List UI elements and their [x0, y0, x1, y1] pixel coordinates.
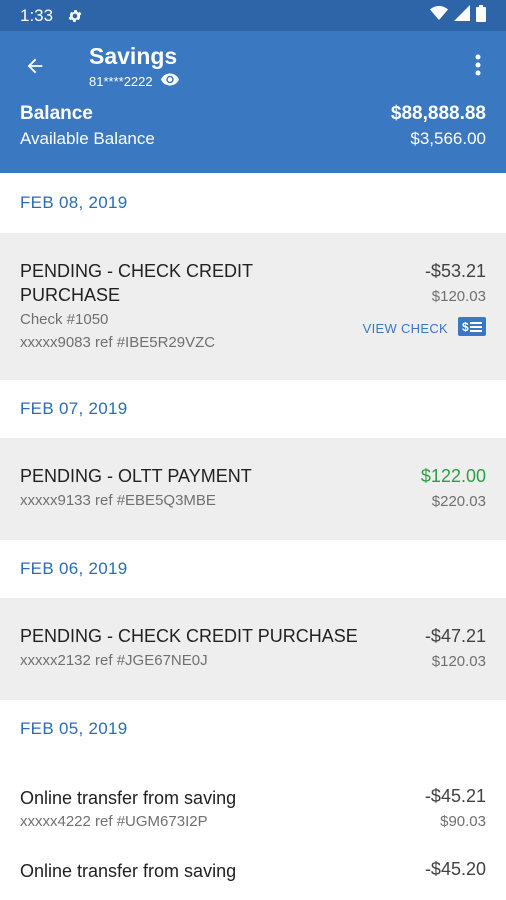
view-check-button[interactable]: VIEW CHECK $: [363, 317, 486, 339]
battery-icon: [476, 4, 486, 27]
transaction-row[interactable]: PENDING - CHECK CREDIT PURCHASE xxxxx213…: [0, 598, 506, 700]
transaction-description: PENDING - CHECK CREDIT PURCHASE: [20, 626, 358, 646]
status-time: 1:33: [20, 5, 54, 25]
more-options-icon[interactable]: [468, 51, 488, 79]
running-balance: $220.03: [431, 493, 486, 510]
transaction-amount: -$45.20: [424, 859, 486, 879]
account-number: 81****2222: [89, 73, 153, 89]
balance-label: Balance: [20, 103, 93, 124]
eye-icon[interactable]: [160, 73, 179, 89]
back-arrow-icon[interactable]: [20, 51, 50, 81]
date-header: FEB 05, 2019: [0, 700, 506, 758]
transaction-list: FEB 08, 2019 PENDING - CHECK CREDIT PURC…: [0, 173, 506, 900]
balance-value: $88,888.88: [390, 103, 486, 124]
wifi-icon: [430, 6, 448, 25]
transaction-description: Online transfer from saving: [20, 788, 237, 808]
transaction-amount: -$53.21: [424, 261, 486, 281]
transaction-row[interactable]: PENDING - OLTT PAYMENT xxxxx9133 ref #EB…: [0, 438, 506, 540]
running-balance: $120.03: [431, 653, 486, 670]
date-header: FEB 07, 2019: [0, 380, 506, 438]
settings-gear-icon: [67, 8, 83, 24]
running-balance: $90.03: [440, 813, 486, 830]
signal-icon: [454, 5, 470, 26]
transaction-amount: -$45.21: [424, 786, 486, 806]
date-header: FEB 06, 2019: [0, 540, 506, 598]
transaction-amount: -$47.21: [424, 626, 486, 646]
transaction-amount: $122.00: [420, 466, 486, 486]
transaction-reference: xxxxx2132 ref #JGE67NE0J: [20, 652, 208, 669]
view-check-label: VIEW CHECK: [362, 320, 448, 336]
page-title: Savings: [89, 43, 178, 69]
account-number-row: 81****2222: [89, 73, 179, 89]
transaction-description-line2: PURCHASE: [20, 285, 121, 305]
svg-text:$: $: [462, 320, 469, 334]
account-header: Savings 81****2222 Balance $88,888.88 Av…: [0, 31, 506, 173]
available-balance-label: Available Balance: [20, 129, 155, 148]
transaction-description: PENDING - OLTT PAYMENT: [20, 466, 252, 486]
transaction-description: PENDING - CHECK CREDIT: [20, 261, 254, 281]
date-header: FEB 08, 2019: [0, 173, 506, 233]
transaction-reference: xxxxx4222 ref #UGM673I2P: [20, 813, 208, 830]
running-balance: $120.03: [431, 288, 486, 305]
transaction-row[interactable]: PENDING - CHECK CREDIT PURCHASE Check #1…: [0, 233, 506, 380]
check-image-icon: $: [458, 317, 486, 339]
transaction-reference: xxxxx9083 ref #IBE5R29VZC: [20, 334, 216, 351]
transaction-reference: xxxxx9133 ref #EBE5Q3MBE: [20, 492, 216, 509]
transaction-description: Online transfer from saving: [20, 861, 237, 881]
status-bar: 1:33: [0, 0, 506, 31]
available-balance-value: $3,566.00: [410, 129, 486, 148]
transaction-row[interactable]: Online transfer from saving xxxxx4222 re…: [0, 758, 506, 854]
transaction-row[interactable]: Online transfer from saving -$45.20: [0, 854, 506, 900]
check-number: Check #1050: [20, 311, 109, 328]
